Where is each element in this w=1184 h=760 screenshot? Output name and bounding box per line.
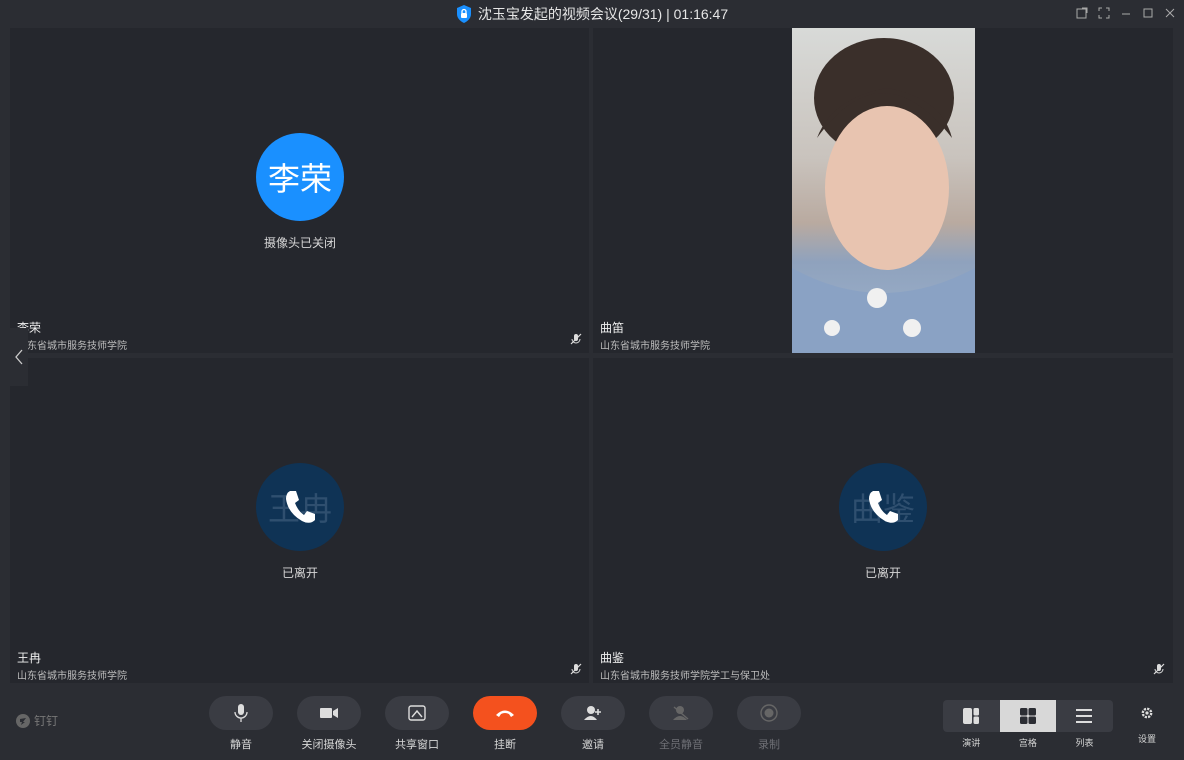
layout-grid-button[interactable]	[999, 700, 1057, 732]
mic-muted-icon	[570, 333, 582, 345]
hangup-icon	[496, 710, 514, 717]
share-screen-icon	[408, 705, 426, 721]
grid-layout-icon	[1019, 708, 1036, 724]
window-title: 沈玉宝发起的视频会议(29/31) | 01:16:47	[477, 6, 729, 22]
hangup-button[interactable]	[473, 696, 537, 730]
share-window-button[interactable]	[385, 696, 449, 730]
status-text: 已离开	[864, 566, 901, 580]
dingtalk-icon	[16, 713, 30, 728]
participant-video	[792, 28, 975, 353]
camera-off-button[interactable]	[297, 696, 361, 730]
participant-tile[interactable]: 王冉 已离开 王冉 山东省城市服务技师学院	[10, 358, 589, 683]
meeting-toolbar: 钉钉 静音 关闭摄像头 共享窗口 挂断 邀请 全员静音 录制 演讲 宫格 列表 …	[0, 684, 1184, 760]
title-bar: 沈玉宝发起的视频会议(29/31) | 01:16:47	[0, 0, 1184, 28]
participant-org: 山东省城市服务技师学院学工与保卫处	[600, 671, 770, 682]
camera-off-label: 关闭摄像头	[301, 739, 357, 751]
brand-logo: 钉钉	[16, 712, 58, 729]
participant-org: 山东省城市服务技师学院	[600, 341, 710, 352]
mute-all-button[interactable]	[649, 696, 713, 730]
record-control: 录制	[737, 696, 801, 752]
participant-name: 曲笛	[600, 321, 625, 335]
brand-text: 钉钉	[34, 714, 59, 728]
list-layout-icon	[1076, 709, 1093, 723]
layout-list-button[interactable]	[1056, 700, 1113, 732]
mute-button[interactable]	[209, 696, 273, 730]
layout-switcher	[943, 700, 1113, 732]
invite-label: 邀请	[582, 739, 604, 751]
share-window-label: 共享窗口	[395, 739, 439, 751]
camera-control: 关闭摄像头	[297, 696, 361, 752]
record-button[interactable]	[737, 696, 801, 730]
chevron-left-icon	[15, 349, 23, 365]
settings-button[interactable]: 设置	[1128, 706, 1166, 745]
status-text: 已离开	[281, 566, 318, 580]
participant-tile[interactable]: 李荣 摄像头已关闭 李荣 山东省城市服务技师学院	[10, 28, 589, 353]
participant-org: 山东省城市服务技师学院	[17, 671, 127, 682]
phone-icon	[286, 491, 315, 523]
layout-list-label: 列表	[1075, 738, 1094, 748]
avatar: 曲鉴	[839, 463, 927, 551]
add-user-icon	[584, 706, 601, 720]
participant-tile[interactable]: 曲笛 山东省城市服务技师学院	[593, 28, 1173, 353]
shield-icon	[456, 5, 471, 23]
mute-all-icon	[673, 706, 689, 720]
phone-icon	[869, 491, 898, 523]
settings-label: 设置	[1137, 734, 1156, 744]
layout-speaker-label: 演讲	[962, 738, 981, 748]
share-control: 共享窗口	[385, 696, 449, 752]
camera-icon	[320, 708, 338, 718]
avatar: 王冉	[256, 463, 344, 551]
microphone-icon	[234, 704, 248, 722]
video-grid: 李荣 摄像头已关闭 李荣 山东省城市服务技师学院 曲笛 山东省城市服务技师学院	[10, 28, 1174, 684]
layout-speaker-button[interactable]	[943, 700, 1000, 732]
fullscreen-icon[interactable]	[1098, 6, 1110, 20]
hangup-label: 挂断	[494, 739, 516, 751]
status-text: 摄像头已关闭	[263, 236, 336, 250]
speaker-layout-icon	[963, 708, 980, 724]
invite-button[interactable]	[561, 696, 625, 730]
gear-icon	[1141, 707, 1153, 719]
mic-muted-icon	[570, 663, 582, 675]
close-icon[interactable]	[1164, 6, 1176, 20]
mute-control: 静音	[209, 696, 273, 752]
mic-muted-icon	[1153, 663, 1165, 675]
maximize-icon[interactable]	[1142, 6, 1154, 20]
mute-all-label: 全员静音	[659, 739, 703, 751]
hangup-control: 挂断	[473, 696, 537, 752]
avatar: 李荣	[256, 133, 344, 221]
participant-name: 王冉	[17, 651, 42, 665]
minimize-icon[interactable]	[1120, 6, 1132, 20]
layout-labels: 演讲 宫格 列表	[943, 736, 1113, 749]
invite-control: 邀请	[561, 696, 625, 752]
participant-tile[interactable]: 曲鉴 已离开 曲鉴 山东省城市服务技师学院学工与保卫处	[593, 358, 1173, 683]
mute-all-control: 全员静音	[649, 696, 713, 752]
mute-label: 静音	[230, 739, 252, 751]
record-icon	[760, 704, 778, 722]
record-label: 录制	[758, 739, 780, 751]
layout-grid-label: 宫格	[1018, 738, 1037, 748]
avatar-text: 李荣	[267, 161, 332, 197]
participant-org: 山东省城市服务技师学院	[17, 341, 127, 352]
prev-page-button[interactable]	[10, 328, 28, 386]
pin-window-icon[interactable]	[1076, 6, 1088, 20]
participant-name: 曲鉴	[600, 651, 625, 665]
